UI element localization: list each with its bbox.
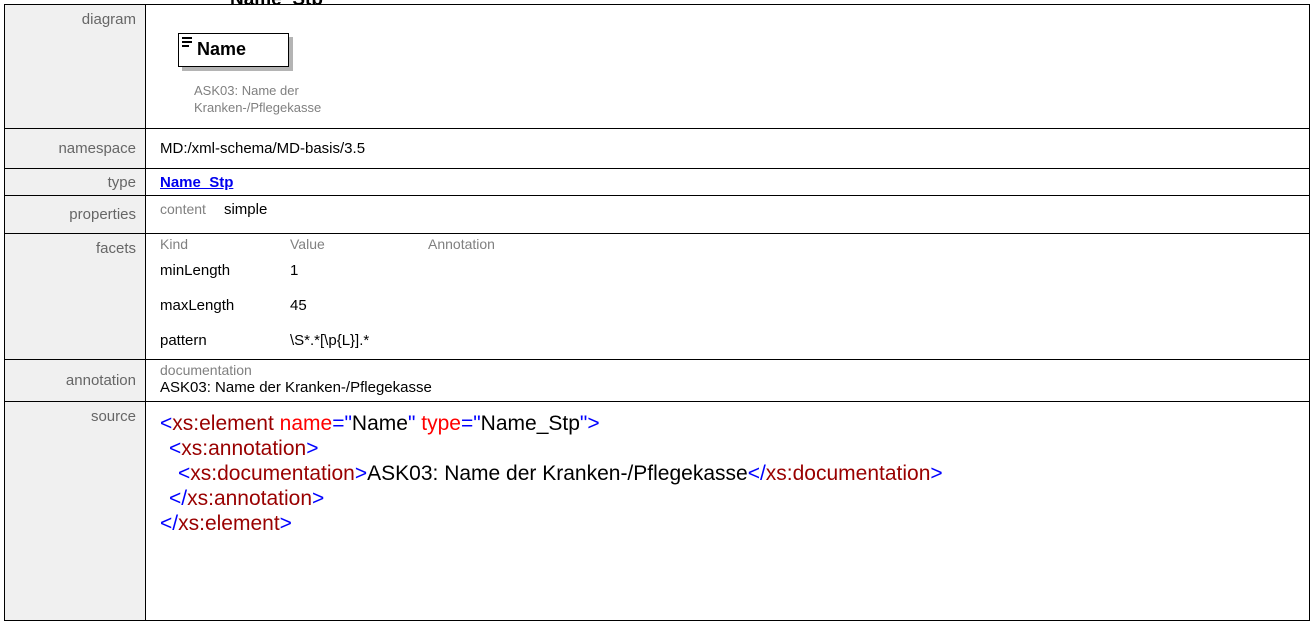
facets-header-annotation: Annotation: [428, 236, 495, 252]
annotation-label: annotation: [4, 359, 146, 402]
facets-header-value: Value: [290, 236, 325, 252]
facets-table: Kind Value Annotation minLength 1 maxLen…: [160, 236, 628, 359]
element-name: Name: [197, 39, 247, 59]
type-link[interactable]: Name_Stp: [160, 174, 233, 191]
annotation-key: documentation: [160, 362, 252, 378]
source-code: <xs:element name="Name" type="Name_Stp">…: [160, 411, 1299, 536]
source-doc-text: ASK03: Name der Kranken-/Pflegekasse: [367, 462, 748, 485]
source-cell: <xs:element name="Name" type="Name_Stp">…: [145, 401, 1310, 621]
diagram-label: diagram: [4, 4, 146, 129]
element-documentation: ASK03: Name der Kranken-/Pflegekasse: [194, 82, 321, 116]
diagram-row: diagram Name ASK03: Name der Kranken-/Pf…: [4, 4, 1310, 129]
properties-key: content: [160, 201, 206, 217]
annotation-cell: documentation ASK03: Name der Kranken-/P…: [145, 359, 1310, 402]
source-attr-type: type: [421, 412, 461, 435]
type-label: type: [4, 168, 146, 196]
facet-value: 45: [290, 297, 307, 314]
facets-row: facets Kind Value Annotation minLength 1…: [4, 233, 1310, 360]
annotation-row: annotation documentation ASK03: Name der…: [4, 359, 1310, 402]
facet-value: \S*.*[\p{L}].*: [290, 332, 370, 349]
facets-header-row: Kind Value Annotation: [160, 236, 628, 254]
type-cell: Name_Stp: [145, 168, 1310, 196]
facets-cell: Kind Value Annotation minLength 1 maxLen…: [145, 233, 1310, 360]
element-lines-icon: [182, 37, 192, 49]
source-label: source: [4, 401, 146, 621]
source-line-3: <xs:documentation>ASK03: Name der Kranke…: [178, 462, 943, 485]
properties-row: properties content simple: [4, 195, 1310, 234]
properties-cell: content simple: [145, 195, 1310, 234]
diagram-cell: Name ASK03: Name der Kranken-/Pflegekass…: [145, 4, 1310, 129]
element-doc-line-1: ASK03: Name der: [194, 83, 299, 98]
element-doc-line-2: Kranken-/Pflegekasse: [194, 100, 322, 115]
source-attr-name-value: Name: [351, 412, 408, 435]
facet-kind: pattern: [160, 332, 207, 349]
namespace-value: MD:/xml-schema/MD-basis/3.5: [145, 128, 1310, 169]
namespace-row: namespace MD:/xml-schema/MD-basis/3.5: [4, 128, 1310, 169]
annotation-value: ASK03: Name der Kranken-/Pflegekasse: [160, 379, 432, 396]
facet-row: minLength 1: [160, 254, 628, 289]
facets-label: facets: [4, 233, 146, 360]
type-row: type Name_Stp: [4, 168, 1310, 196]
facet-row: maxLength 45: [160, 289, 628, 324]
source-row: source <xs:element name="Name" type="Nam…: [4, 401, 1310, 621]
element-box[interactable]: Name: [178, 33, 289, 67]
source-line-5: </xs:element>: [160, 512, 292, 535]
facets-header-kind: Kind: [160, 236, 189, 252]
facet-row: pattern \S*.*[\p{L}].*: [160, 324, 628, 359]
properties-value: simple: [223, 201, 268, 218]
properties-label: properties: [4, 195, 146, 234]
source-line-4: </xs:annotation>: [169, 487, 325, 510]
facet-kind: maxLength: [160, 297, 235, 314]
facet-kind: minLength: [160, 262, 231, 279]
namespace-label: namespace: [4, 128, 146, 169]
source-line-2: <xs:annotation>: [169, 437, 319, 460]
diagram-graphic: Name ASK03: Name der Kranken-/Pflegekass…: [160, 10, 1299, 122]
source-tag-open: xs:element: [172, 412, 274, 435]
source-attr-type-value: Name_Stp: [480, 412, 580, 435]
element-doc-table: diagram Name ASK03: Name der Kranken-/Pf…: [4, 4, 1310, 621]
source-line-1: <xs:element name="Name" type="Name_Stp">: [160, 412, 600, 435]
source-attr-name: name: [279, 412, 333, 435]
facet-value: 1: [290, 262, 299, 279]
